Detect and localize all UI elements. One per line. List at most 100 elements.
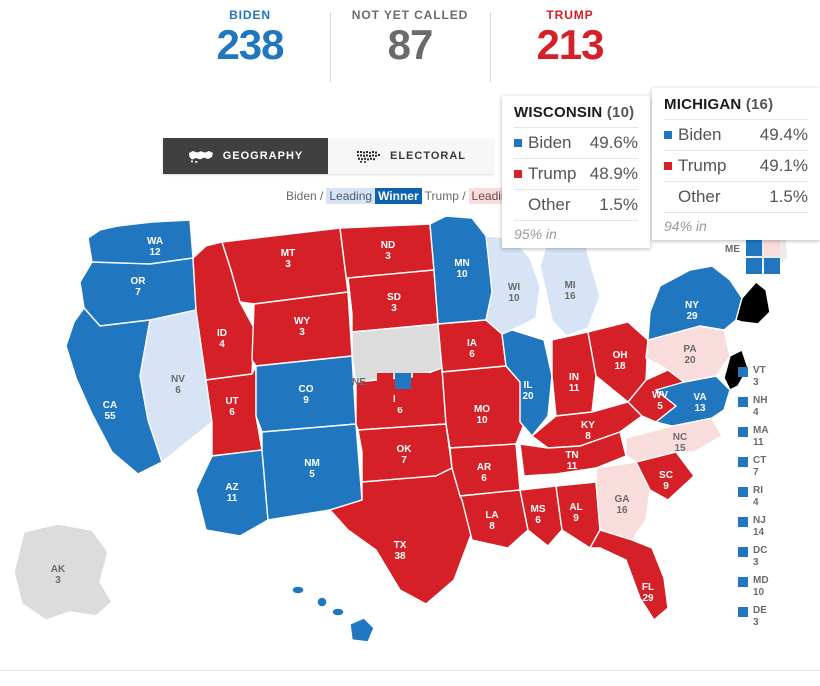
small-state-swatch-icon [738,607,748,617]
tooltip-michigan-reporting: 94% in [664,212,808,234]
tooltip-michigan-ev: (16) [745,96,774,113]
small-state-dc[interactable]: DC 3 [738,545,810,568]
small-state-md[interactable]: MD 10 [738,575,810,598]
state-ms[interactable] [519,485,563,547]
small-state-label: DC 3 [753,545,768,568]
tab-geography[interactable]: GEOGRAPHY [163,138,328,174]
state-hi[interactable] [291,585,375,643]
tally-biden: BIDEN 238 [170,8,330,67]
small-state-de[interactable]: DE 3 [738,605,810,628]
state-fl[interactable] [588,529,669,622]
state-mn[interactable] [429,215,499,325]
nebraska-square-2[interactable] [395,373,411,389]
state-in[interactable] [551,331,597,417]
tooltip-michigan-row-biden: Biden 49.4% [664,119,808,150]
small-state-nh[interactable]: NH 4 [738,395,810,418]
tooltip-wisconsin-reporting: 95% in [514,220,638,242]
state-ut[interactable] [205,365,263,457]
nebraska-square-3[interactable] [413,373,429,389]
small-state-swatch-icon [738,457,748,467]
small-state-label: MD 10 [753,575,769,598]
us-election-map[interactable]: WA 12 OR 7 CA 55 NV 6 ID 4 MT 3 WY 3 UT 6 AZ 11 CO 9 NM 5 ND 3 S… [0,200,820,670]
tally-not-yet-called-label: NOT YET CALLED [351,8,469,22]
state-ev-hi: 4 [357,661,363,670]
tooltip-michigan-row-trump: Trump 49.1% [664,150,808,181]
view-toggle: GEOGRAPHY ELECTORAL [163,138,493,174]
small-state-swatch-icon [738,487,748,497]
small-state-label: RI 4 [753,485,763,508]
nebraska-square-1[interactable] [395,391,411,407]
maine-square-1[interactable] [746,258,762,274]
small-state-swatch-icon [738,427,748,437]
maine-square-2[interactable] [764,258,780,274]
small-state-vt[interactable]: VT 3 [738,365,810,388]
tally-trump-count: 213 [536,21,604,68]
tooltip-michigan-other-pct: 1.5% [769,187,808,206]
state-ar[interactable] [449,443,521,497]
state-ok[interactable] [357,423,453,483]
small-state-label: MA 11 [753,425,769,448]
trump-swatch-icon [664,162,672,170]
tally-not-yet-called-count: 87 [387,21,434,68]
small-state-label: NJ 14 [753,515,766,538]
biden-swatch-icon [664,131,672,139]
nebraska-label: NE [352,377,366,388]
tooltip-wisconsin-trump-pct: 48.9% [589,164,638,183]
state-az[interactable] [195,449,269,537]
maine-square-1[interactable] [746,240,762,256]
footer-rule [0,670,820,686]
tooltip-michigan-trump-pct: 49.1% [759,156,808,175]
small-state-swatch-icon [738,367,748,377]
tooltip-wisconsin-row-biden: Biden 49.6% [514,127,638,158]
small-state-label: CT 7 [753,455,767,478]
state-shapes [13,213,789,643]
state-sd[interactable] [347,269,439,333]
small-state-label: VT 3 [753,365,766,388]
tooltip-wisconsin-title: WISCONSIN (10) [514,104,638,127]
nebraska-row-2 [394,390,430,408]
maine-split-votes[interactable] [745,239,781,275]
small-state-nj[interactable]: NJ 14 [738,515,810,538]
tooltip-wisconsin: WISCONSIN (10) Biden 49.6% Trump 48.9% O… [502,96,650,248]
tooltip-wisconsin-state: WISCONSIN [514,104,603,121]
state-mo[interactable] [441,365,529,449]
electoral-vote-tally: BIDEN 238 NOT YET CALLED 87 TRUMP 213 [0,0,820,88]
tab-electoral[interactable]: ELECTORAL [328,138,493,174]
tooltip-wisconsin-row-other: Other 1.5% [514,189,638,220]
small-state-swatch-icon [738,547,748,557]
maine-square-2[interactable] [764,240,780,256]
state-wi[interactable] [485,235,541,335]
tooltip-michigan-biden-pct: 49.4% [759,125,808,144]
biden-swatch-icon [514,139,522,147]
state-wy[interactable] [251,291,353,367]
state-al[interactable] [555,481,601,549]
nebraska-square-2[interactable] [413,391,429,407]
state-mt[interactable] [221,227,349,305]
state-la[interactable] [458,489,529,549]
maine-row-1 [745,239,781,257]
small-state-swatch-icon [738,577,748,587]
small-state-ct[interactable]: CT 7 [738,455,810,478]
state-ak[interactable] [13,523,113,621]
trump-swatch-icon [514,170,522,178]
tooltip-wisconsin-trump-name: Trump [528,164,577,183]
nebraska-square-1[interactable] [377,373,393,389]
small-state-swatch-icon [738,397,748,407]
other-swatch-icon [514,201,522,209]
nebraska-row-1 [376,372,430,390]
us-map-svg[interactable]: WA12OR7CA55NV6ID4MT3WY3UT6AZ11CO9NM5ND3S… [0,200,820,670]
maine-row-2 [745,257,781,275]
tooltip-michigan: MICHIGAN (16) Biden 49.4% Trump 49.1% Ot… [652,88,820,240]
tooltip-wisconsin-other-name: Other [528,195,571,214]
tooltip-wisconsin-other-pct: 1.5% [599,195,638,214]
nebraska-split-votes[interactable] [376,372,430,408]
maine-label: ME [725,244,740,255]
state-co[interactable] [255,355,357,433]
tab-electoral-label: ELECTORAL [389,150,467,162]
tooltip-wisconsin-row-trump: Trump 48.9% [514,158,638,189]
small-state-ri[interactable]: RI 4 [738,485,810,508]
small-state-ma[interactable]: MA 11 [738,425,810,448]
small-state-swatch-icon [738,517,748,527]
tab-geography-label: GEOGRAPHY [222,150,304,162]
tooltip-michigan-row-other: Other 1.5% [664,181,808,212]
